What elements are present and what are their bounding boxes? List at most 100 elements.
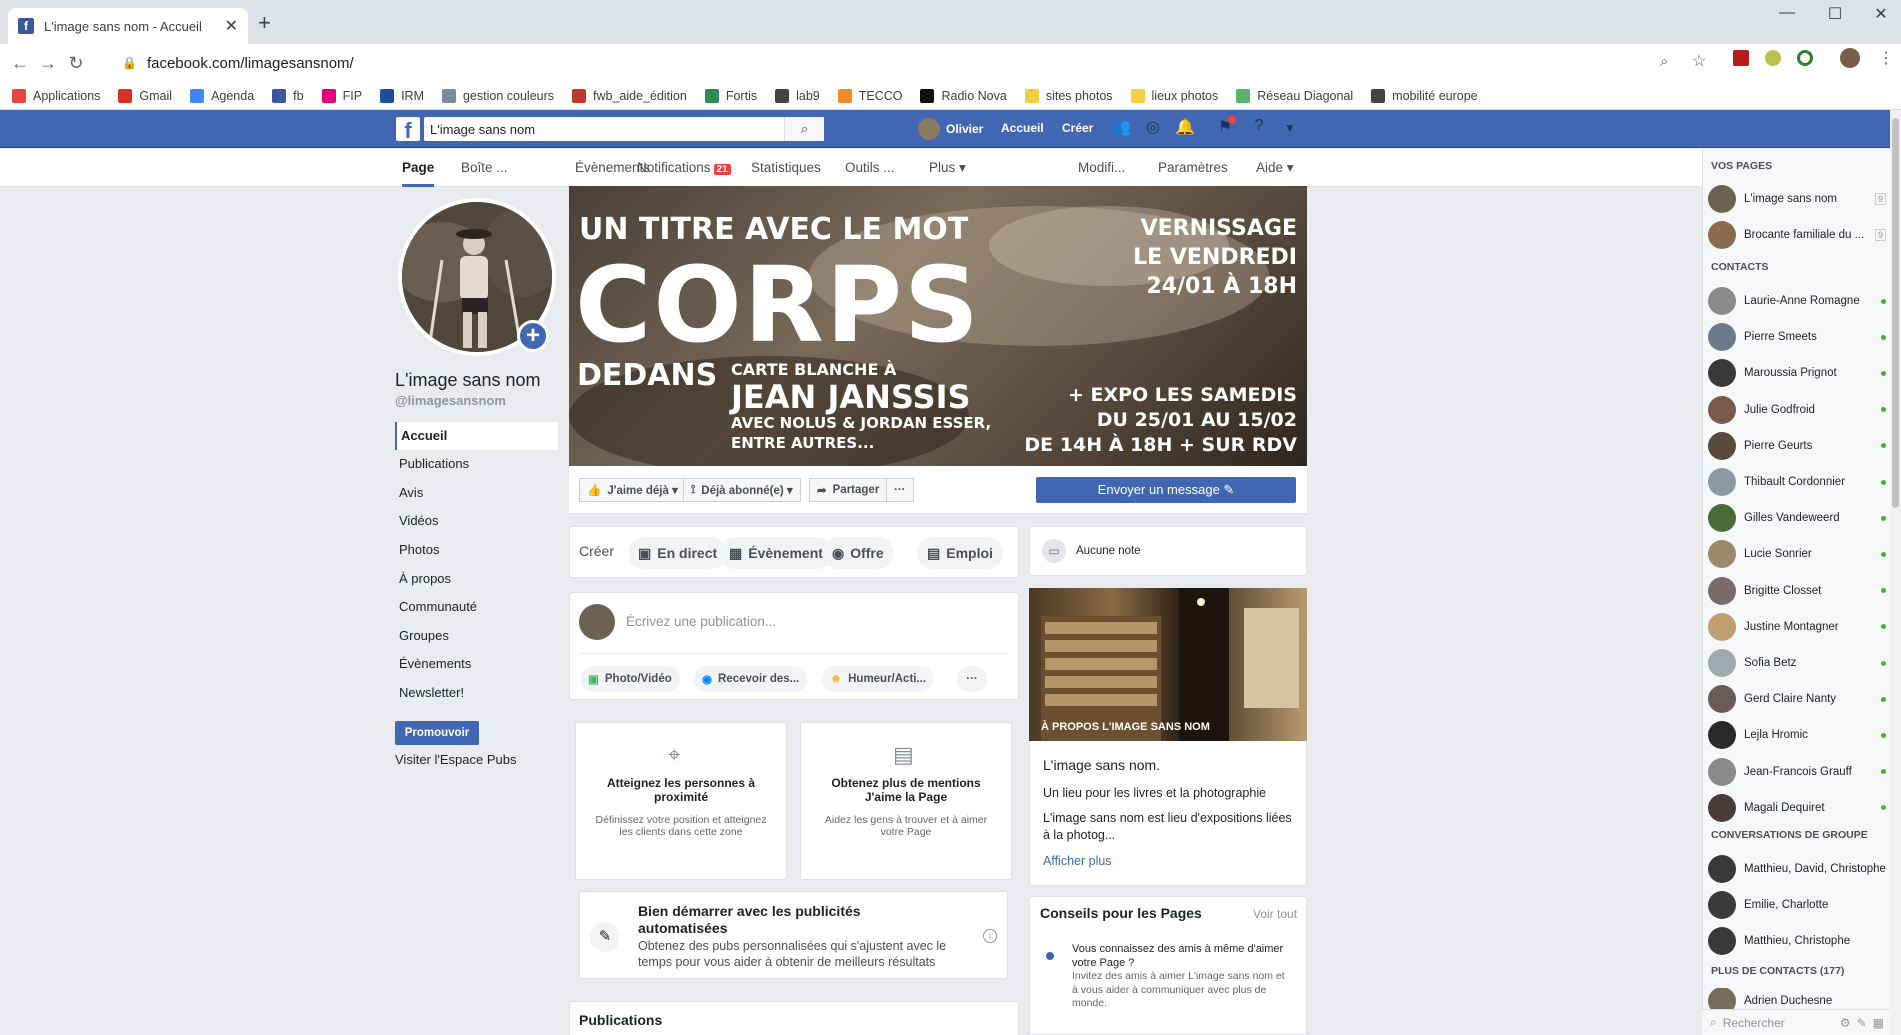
search-input[interactable] [430,121,784,137]
bookmark-item[interactable]: IRM [380,88,424,103]
bookmark-item[interactable]: Fortis [704,88,757,103]
account-menu-chevron-down-icon[interactable]: ▼ [1278,121,1302,135]
bookmark-item[interactable]: Réseau Diagonal [1236,88,1353,103]
scrollbar-thumb[interactable] [1892,118,1899,508]
minimize-icon[interactable]: — [1764,4,1810,22]
messenger-icon[interactable]: ◎ [1141,117,1165,137]
bookmark-item[interactable]: fwb_aide_édition [572,88,687,103]
bookmark-item[interactable]: mobilité europe [1371,88,1478,103]
menu-kebab-icon[interactable]: ⋮ [1878,48,1894,68]
bookmark-item[interactable]: Agenda [190,88,254,103]
bookmark-item[interactable]: Radio Nova [920,88,1007,103]
bookmark-item[interactable]: FIP [321,88,362,103]
bookmark-item[interactable]: Applications [12,88,100,103]
browser-tab[interactable]: f L'image sans nom - Accueil ✕ [8,8,248,44]
extension-icon[interactable] [1797,50,1813,66]
left-nav-events[interactable]: Évènements [395,650,558,678]
contact-item[interactable]: Lejla Hromic [1708,718,1888,752]
search-icon[interactable]: ⌕ [784,117,824,141]
left-nav-reviews[interactable]: Avis [395,479,558,507]
contact-item[interactable]: Thibault Cordonnier [1708,465,1888,499]
send-message-button[interactable]: Envoyer un message ✎ [1036,477,1296,503]
about-photo[interactable] [1029,588,1307,741]
forward-icon[interactable]: → [34,53,62,74]
chat-search[interactable]: ⌕ Rechercher ⚙ ✎ ▦ [1702,1009,1890,1035]
left-nav-home[interactable]: Accueil [395,422,558,450]
bookmark-star-icon[interactable]: ☆ [1692,51,1706,71]
friend-requests-icon[interactable]: 👥 [1109,117,1133,137]
contact-item[interactable]: Maroussia Prignot [1708,356,1888,390]
contact-item[interactable]: Lucie Sonrier [1708,537,1888,571]
contact-item[interactable]: Pierre Geurts [1708,429,1888,463]
feeling-activity-button[interactable]: ☻ Humeur/Acti... [822,666,935,692]
tab-notifications[interactable]: Notifications 21 [637,149,731,187]
gear-icon[interactable]: ⚙ [1840,1016,1851,1030]
share-button[interactable]: ➦ Partager [809,478,888,502]
tab-more[interactable]: Plus ▾ [929,149,966,187]
contact-item[interactable]: Magali Dequiret [1708,791,1888,825]
contact-item[interactable]: Gerd Claire Nanty [1708,682,1888,716]
bookmark-item[interactable]: lieux photos [1130,88,1218,103]
add-profile-photo-button[interactable]: + [517,320,549,352]
more-actions-button[interactable]: ··· [886,478,914,502]
chat-search-input[interactable]: Rechercher [1723,1016,1840,1030]
get-messages-button[interactable]: ◉ Recevoir des... [694,666,808,692]
tab-inbox[interactable]: Boîte ... [461,149,508,187]
left-nav-community[interactable]: Communauté [395,593,558,621]
user-profile-link[interactable]: Olivier [918,118,983,140]
follow-button[interactable]: ⟟ Déjà abonné(e) ▾ [683,478,801,502]
create-job-button[interactable]: ▤ Emploi [917,537,1003,569]
show-more-link[interactable]: Afficher plus [1043,854,1112,868]
contact-item[interactable]: Brigitte Closset [1708,574,1888,608]
bookmark-item[interactable]: lab9 [775,88,820,103]
notifications-bell-icon[interactable]: 🔔 [1173,117,1197,137]
promote-button[interactable]: Promouvoir [395,721,479,745]
contact-item[interactable]: Justine Montagner [1708,610,1888,644]
bookmark-item[interactable]: fb [272,88,304,103]
contact-item[interactable]: Pierre Smeets [1708,320,1888,354]
tab-help[interactable]: Aide ▾ [1256,149,1294,187]
see-all-link[interactable]: Voir tout [1253,907,1297,921]
group-chat-icon[interactable]: ▦ [1873,1016,1884,1030]
extension-icon[interactable] [1765,50,1781,66]
bookmark-item[interactable]: Gmail [118,88,172,103]
page-scrollbar[interactable] [1890,110,1901,1035]
pdf-extension-icon[interactable] [1733,50,1749,66]
photo-video-button[interactable]: ▣ Photo/Vidéo [580,666,680,692]
tab-insights[interactable]: Statistiques [751,149,821,187]
bookmark-item[interactable]: sites photos [1024,88,1113,103]
bookmark-item[interactable]: gestion couleurs [441,88,554,103]
cover-photo[interactable]: UN TITRE AVEC LE MOT CORPS DEDANS CARTE … [569,186,1307,466]
sidebar-page-item[interactable]: L'image sans nom 9 [1708,182,1888,216]
address-bar[interactable]: 🔒 facebook.com/limagesansnom/ [110,48,1690,78]
contact-item[interactable]: Laurie-Anne Romagne [1708,284,1888,318]
new-message-icon[interactable]: ✎ [1857,1016,1867,1030]
contact-item[interactable]: Jean-Francois Grauff [1708,755,1888,789]
tip-title[interactable]: Vous connaissez des amis à même d'aimer … [1072,942,1292,970]
contact-item[interactable]: Julie Godfroid [1708,393,1888,427]
group-conversation-item[interactable]: Matthieu, David, Christophe [1708,852,1888,886]
post-composer-input[interactable]: Écrivez une publication... [626,614,776,629]
left-nav-groups[interactable]: Groupes [395,622,558,650]
tab-edit[interactable]: Modifi... [1078,149,1125,187]
tab-tools[interactable]: Outils ... [845,149,895,187]
like-button[interactable]: 👍 J'aime déjà ▾ [579,478,686,502]
contact-item[interactable]: Sofia Betz [1708,646,1888,680]
bookmark-item[interactable]: TECCO [837,88,902,103]
zoom-icon[interactable]: ⌕ [1660,53,1668,70]
left-nav-videos[interactable]: Vidéos [395,507,558,535]
tab-page[interactable]: Page [402,149,435,187]
close-window-icon[interactable]: ✕ [1858,4,1901,24]
facebook-search[interactable]: ⌕ [424,117,824,141]
contact-item[interactable]: Gilles Vandeweerd [1708,501,1888,535]
left-nav-posts[interactable]: Publications [395,450,558,478]
notes-card[interactable] [1029,526,1307,576]
group-conversation-item[interactable]: Emilie, Charlotte [1708,888,1888,922]
maximize-icon[interactable]: ☐ [1812,4,1858,24]
sidebar-page-item[interactable]: Brocante familiale du ... 9 [1708,218,1888,252]
more-options-button[interactable]: ··· [956,666,988,692]
tab-settings[interactable]: Paramètres [1158,149,1228,187]
info-icon[interactable]: i [983,929,997,943]
left-nav-newsletter[interactable]: Newsletter! [395,679,558,707]
close-tab-icon[interactable]: ✕ [225,16,238,36]
